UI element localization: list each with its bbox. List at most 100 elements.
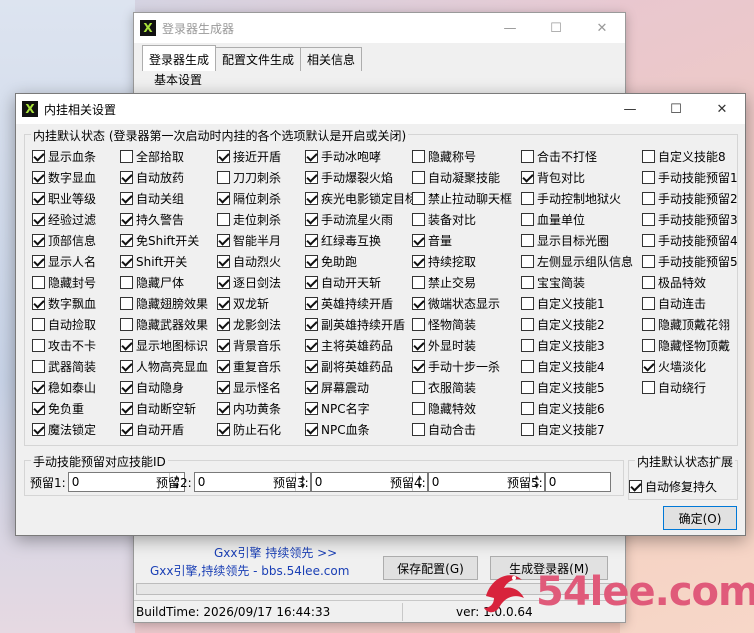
option-checkbox[interactable]: NPC名字 (305, 399, 370, 417)
checkbox-box[interactable] (642, 170, 655, 184)
checkbox-box[interactable] (629, 479, 642, 493)
option-checkbox[interactable]: 装备对比 (412, 210, 476, 228)
option-checkbox[interactable]: 魔法锁定 (32, 420, 96, 438)
option-checkbox[interactable]: 自动绕行 (642, 378, 706, 396)
option-checkbox[interactable]: 隐藏称号 (412, 147, 476, 165)
checkbox-box[interactable] (642, 380, 655, 394)
checkbox-box[interactable] (120, 170, 133, 184)
option-checkbox[interactable]: 微端状态显示 (412, 294, 500, 312)
checkbox-box[interactable] (642, 296, 655, 310)
checkbox-box[interactable] (521, 275, 534, 289)
option-checkbox[interactable]: 隐藏翅膀效果 (120, 294, 208, 312)
checkbox-box[interactable] (521, 191, 534, 205)
option-checkbox[interactable]: 全部拾取 (120, 147, 184, 165)
option-checkbox[interactable]: 手动技能预留2 (642, 189, 738, 207)
checkbox-box[interactable] (642, 212, 655, 226)
checkbox-box[interactable] (120, 275, 133, 289)
checkbox-box[interactable] (642, 338, 655, 352)
checkbox-box[interactable] (521, 233, 534, 247)
checkbox-box[interactable] (217, 191, 230, 205)
checkbox-box[interactable] (32, 380, 45, 394)
checkbox-box[interactable] (305, 401, 318, 415)
checkbox-box[interactable] (412, 317, 425, 331)
option-checkbox[interactable]: 自定义技能4 (521, 357, 605, 375)
checkbox-box[interactable] (305, 338, 318, 352)
checkbox-box[interactable] (32, 338, 45, 352)
checkbox-box[interactable] (412, 212, 425, 226)
option-checkbox[interactable]: 左侧显示组队信息 (521, 252, 633, 270)
checkbox-box[interactable] (120, 338, 133, 352)
checkbox-box[interactable] (521, 380, 534, 394)
option-checkbox[interactable]: 智能半月 (217, 231, 281, 249)
option-checkbox[interactable]: 自定义技能8 (642, 147, 726, 165)
option-checkbox[interactable]: 自动连击 (642, 294, 706, 312)
checkbox-box[interactable] (32, 191, 45, 205)
option-checkbox[interactable]: 武器简装 (32, 357, 96, 375)
option-checkbox[interactable]: 英雄持续开盾 (305, 294, 393, 312)
option-checkbox[interactable]: 自动关组 (120, 189, 184, 207)
option-checkbox[interactable]: 音量 (412, 231, 452, 249)
option-checkbox[interactable]: 隐藏怪物顶戴 (642, 336, 730, 354)
checkbox-box[interactable] (642, 317, 655, 331)
checkbox-box[interactable] (32, 149, 45, 163)
option-checkbox[interactable]: 重复音乐 (217, 357, 281, 375)
option-checkbox[interactable]: 隐藏特效 (412, 399, 476, 417)
option-checkbox[interactable]: 极品特效 (642, 273, 706, 291)
option-checkbox[interactable]: 手动技能预留4 (642, 231, 738, 249)
dialog-titlebar[interactable]: X 内挂相关设置 — ☐ ✕ (16, 94, 745, 124)
checkbox-box[interactable] (32, 170, 45, 184)
maximize-icon[interactable]: ☐ (653, 94, 699, 124)
option-checkbox[interactable]: 显示人名 (32, 252, 96, 270)
option-checkbox[interactable]: 免Shift开关 (120, 231, 199, 249)
option-checkbox[interactable]: 自定义技能7 (521, 420, 605, 438)
tab-info[interactable]: 相关信息 (300, 47, 363, 71)
option-checkbox[interactable]: 宝宝简装 (521, 273, 585, 291)
checkbox-box[interactable] (32, 233, 45, 247)
checkbox-box[interactable] (217, 212, 230, 226)
checkbox-box[interactable] (120, 233, 133, 247)
option-checkbox[interactable]: 副将英雄药品 (305, 357, 393, 375)
checkbox-box[interactable] (305, 191, 318, 205)
checkbox-box[interactable] (217, 422, 230, 436)
checkbox-box[interactable] (521, 359, 534, 373)
checkbox-box[interactable] (642, 275, 655, 289)
checkbox-box[interactable] (217, 359, 230, 373)
checkbox-box[interactable] (120, 296, 133, 310)
checkbox-box[interactable] (305, 380, 318, 394)
checkbox-box[interactable] (412, 296, 425, 310)
checkbox-box[interactable] (412, 359, 425, 373)
option-checkbox[interactable]: 免负重 (32, 399, 84, 417)
option-checkbox[interactable]: 手动冰咆哮 (305, 147, 381, 165)
checkbox-box[interactable] (412, 233, 425, 247)
option-checkbox[interactable]: 自定义技能6 (521, 399, 605, 417)
option-checkbox[interactable]: 手动流星火雨 (305, 210, 393, 228)
checkbox-box[interactable] (120, 212, 133, 226)
checkbox-box[interactable] (120, 149, 133, 163)
checkbox-box[interactable] (521, 170, 534, 184)
option-checkbox[interactable]: NPC血条 (305, 420, 370, 438)
checkbox-box[interactable] (32, 422, 45, 436)
generator-titlebar[interactable]: X 登录器生成器 — ☐ ✕ (134, 13, 625, 43)
checkbox-box[interactable] (305, 317, 318, 331)
option-checkbox[interactable]: 合击不打怪 (521, 147, 597, 165)
checkbox-box[interactable] (217, 401, 230, 415)
option-checkbox[interactable]: 顶部信息 (32, 231, 96, 249)
checkbox-box[interactable] (32, 296, 45, 310)
option-checkbox[interactable]: 火墙淡化 (642, 357, 706, 375)
option-checkbox[interactable]: 禁止交易 (412, 273, 476, 291)
option-checkbox[interactable]: 屏幕震动 (305, 378, 369, 396)
option-checkbox[interactable]: 攻击不卡 (32, 336, 96, 354)
option-checkbox[interactable]: 逐日剑法 (217, 273, 281, 291)
option-checkbox[interactable]: 背景音乐 (217, 336, 281, 354)
minimize-icon[interactable]: — (487, 13, 533, 43)
checkbox-box[interactable] (305, 296, 318, 310)
option-checkbox[interactable]: 隐藏顶戴花翎 (642, 315, 730, 333)
checkbox-box[interactable] (32, 359, 45, 373)
option-checkbox[interactable]: 怪物简装 (412, 315, 476, 333)
checkbox-box[interactable] (521, 296, 534, 310)
checkbox-box[interactable] (521, 338, 534, 352)
option-checkbox[interactable]: 免助跑 (305, 252, 357, 270)
option-checkbox[interactable]: 自动开天斩 (305, 273, 381, 291)
option-checkbox[interactable]: 持续挖取 (412, 252, 476, 270)
checkbox-box[interactable] (521, 149, 534, 163)
